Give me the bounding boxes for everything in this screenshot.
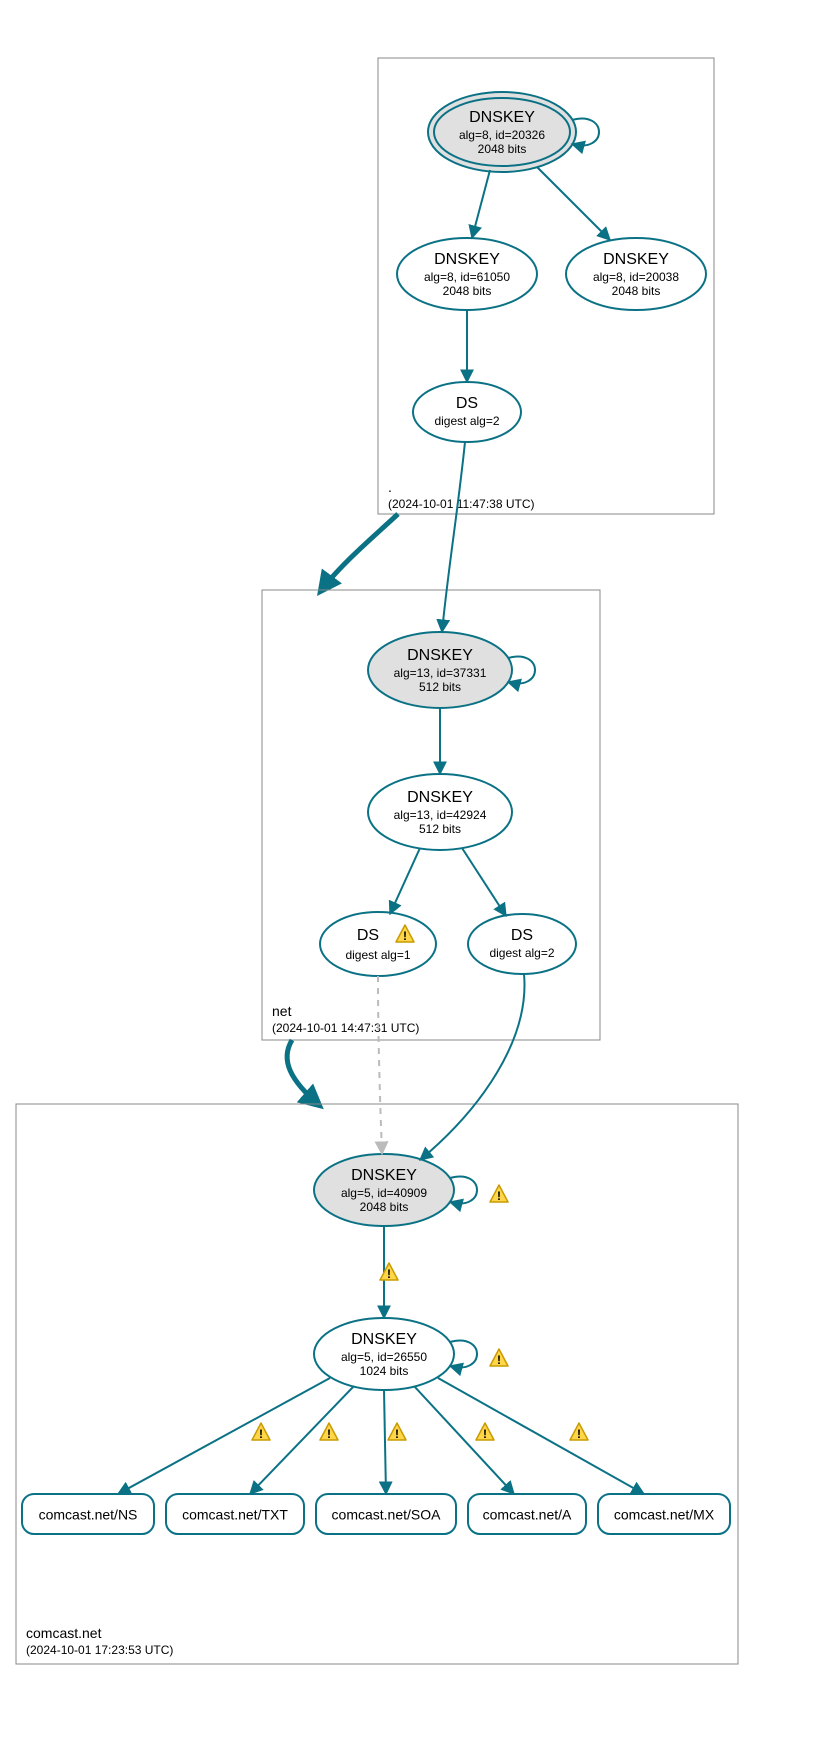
svg-text:!: !	[259, 1427, 263, 1441]
node-comcast-zsk: DNSKEY alg=5, id=26550 1024 bits !	[314, 1318, 508, 1390]
svg-text:2048 bits: 2048 bits	[612, 284, 661, 298]
svg-text:comcast.net/A: comcast.net/A	[483, 1507, 572, 1523]
zone-root-timestamp: (2024-10-01 11:47:38 UTC)	[388, 497, 535, 511]
svg-text:DNSKEY: DNSKEY	[351, 1167, 417, 1184]
edge-root-ksk-to-zsk2	[537, 167, 610, 240]
svg-text:!: !	[483, 1427, 487, 1441]
svg-text:2048 bits: 2048 bits	[360, 1200, 409, 1214]
svg-text:!: !	[387, 1267, 391, 1281]
node-rr-ns: comcast.net/NS	[22, 1494, 154, 1534]
svg-text:alg=8, id=20326: alg=8, id=20326	[459, 128, 545, 142]
node-net-ds1: DS digest alg=1 !	[320, 912, 436, 976]
svg-text:digest alg=1: digest alg=1	[345, 948, 410, 962]
svg-text:2048 bits: 2048 bits	[478, 142, 527, 156]
node-rr-a: comcast.net/A	[468, 1494, 586, 1534]
svg-text:DS: DS	[456, 395, 478, 412]
svg-text:comcast.net/NS: comcast.net/NS	[39, 1507, 138, 1523]
warning-icon: !	[490, 1349, 508, 1367]
svg-text:!: !	[395, 1427, 399, 1441]
node-root-ds: DS digest alg=2	[413, 382, 521, 442]
svg-text:!: !	[577, 1427, 581, 1441]
svg-text:DNSKEY: DNSKEY	[434, 251, 500, 268]
edge-net-ds1-to-comcast-ksk	[378, 976, 382, 1154]
svg-text:DNSKEY: DNSKEY	[407, 647, 473, 664]
svg-text:alg=13, id=42924: alg=13, id=42924	[394, 808, 487, 822]
node-root-zsk2: DNSKEY alg=8, id=20038 2048 bits	[566, 238, 706, 310]
warning-icon: !	[570, 1423, 588, 1441]
warning-icon: !	[490, 1185, 508, 1203]
warning-icon: !	[476, 1423, 494, 1441]
node-net-ksk: DNSKEY alg=13, id=37331 512 bits	[368, 632, 535, 708]
svg-text:DS: DS	[511, 927, 533, 944]
svg-text:alg=8, id=20038: alg=8, id=20038	[593, 270, 679, 284]
node-net-zsk: DNSKEY alg=13, id=42924 512 bits	[368, 774, 512, 850]
edge-net-ds2-to-comcast-ksk	[420, 974, 524, 1160]
edge-root-ksk-to-zsk1	[472, 170, 490, 238]
warning-icon: !	[388, 1423, 406, 1441]
edge-root-to-net-zone	[320, 514, 398, 592]
svg-text:alg=5, id=40909: alg=5, id=40909	[341, 1186, 427, 1200]
warning-icon: !	[380, 1263, 398, 1281]
svg-text:comcast.net/MX: comcast.net/MX	[614, 1507, 715, 1523]
svg-text:digest alg=2: digest alg=2	[434, 414, 499, 428]
svg-text:DNSKEY: DNSKEY	[603, 251, 669, 268]
zone-comcast-timestamp: (2024-10-01 17:23:53 UTC)	[26, 1643, 173, 1657]
svg-text:DS: DS	[357, 927, 379, 944]
node-root-zsk1: DNSKEY alg=8, id=61050 2048 bits	[397, 238, 537, 310]
svg-text:!: !	[403, 929, 407, 943]
warning-icon: !	[252, 1423, 270, 1441]
svg-text:!: !	[327, 1427, 331, 1441]
svg-text:comcast.net/TXT: comcast.net/TXT	[182, 1507, 288, 1523]
svg-text:!: !	[497, 1353, 501, 1367]
node-rr-mx: comcast.net/MX	[598, 1494, 730, 1534]
svg-text:alg=8, id=61050: alg=8, id=61050	[424, 270, 510, 284]
zone-net-label: net	[272, 1003, 292, 1019]
svg-text:digest alg=2: digest alg=2	[489, 946, 554, 960]
svg-text:512 bits: 512 bits	[419, 680, 461, 694]
edge-zsk-to-mx	[438, 1378, 644, 1494]
edge-zsk-to-ns	[118, 1378, 330, 1494]
zone-net-timestamp: (2024-10-01 14:47:31 UTC)	[272, 1021, 419, 1035]
svg-text:!: !	[497, 1189, 501, 1203]
node-rr-txt: comcast.net/TXT	[166, 1494, 304, 1534]
svg-text:1024 bits: 1024 bits	[360, 1364, 409, 1378]
svg-text:comcast.net/SOA: comcast.net/SOA	[332, 1507, 442, 1523]
edge-net-zsk-to-ds2	[462, 848, 506, 916]
svg-text:DNSKEY: DNSKEY	[351, 1331, 417, 1348]
node-comcast-ksk: DNSKEY alg=5, id=40909 2048 bits !	[314, 1154, 508, 1226]
edge-zsk-to-soa	[384, 1390, 386, 1494]
node-rr-soa: comcast.net/SOA	[316, 1494, 456, 1534]
edge-zsk-to-a	[414, 1386, 514, 1494]
zone-comcast-label: comcast.net	[26, 1625, 102, 1641]
svg-text:512 bits: 512 bits	[419, 822, 461, 836]
node-net-ds2: DS digest alg=2	[468, 914, 576, 974]
edge-net-to-comcast-zone	[287, 1040, 320, 1106]
svg-text:DNSKEY: DNSKEY	[469, 109, 535, 126]
zone-root-label: .	[388, 479, 392, 495]
svg-text:2048 bits: 2048 bits	[443, 284, 492, 298]
svg-text:alg=13, id=37331: alg=13, id=37331	[394, 666, 487, 680]
node-root-ksk: DNSKEY alg=8, id=20326 2048 bits	[428, 92, 599, 172]
svg-text:DNSKEY: DNSKEY	[407, 789, 473, 806]
warning-icon: !	[320, 1423, 338, 1441]
svg-text:alg=5, id=26550: alg=5, id=26550	[341, 1350, 427, 1364]
edge-root-ds-to-net-ksk	[442, 442, 465, 632]
edge-net-zsk-to-ds1	[390, 848, 420, 914]
